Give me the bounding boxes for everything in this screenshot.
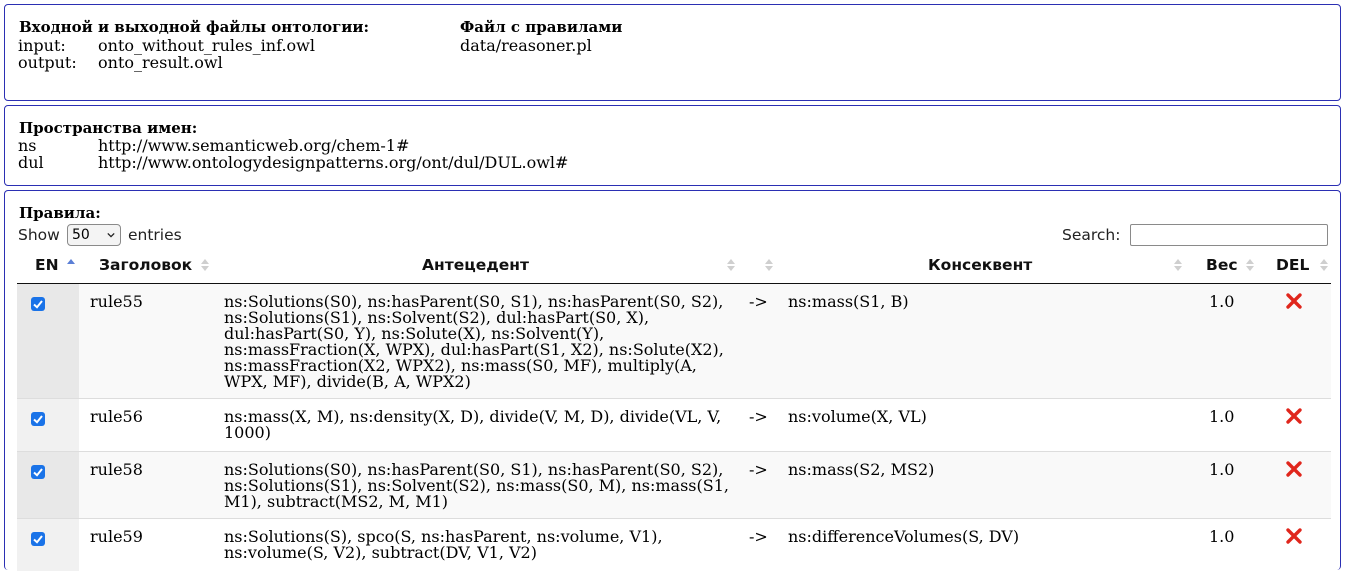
delete-icon[interactable] <box>1285 292 1303 310</box>
check-icon <box>33 468 43 477</box>
rule-weight: 1.0 <box>1209 527 1235 546</box>
table-row: rule59 ns:Solutions(S), spco(S, ns:hasPa… <box>17 519 1331 571</box>
table-header: EN Заголовок Антецедент Консеквент Вес D… <box>17 251 1331 284</box>
rules-file-heading: Файл с правилами <box>460 18 623 36</box>
rules-panel: Правила: Show 50 entries Search: EN Заго… <box>4 190 1341 571</box>
entries-select-value: 50 <box>72 227 90 243</box>
delete-icon[interactable] <box>1285 527 1303 545</box>
rule-arrow: -> <box>749 407 768 426</box>
rule-title: rule55 <box>90 292 143 311</box>
rule-consequent: ns:mass(S1, B) <box>788 292 909 311</box>
sort-asc-icon <box>67 259 75 264</box>
namespace-uri: http://www.semanticweb.org/chem-1# <box>98 136 410 155</box>
enabled-checkbox[interactable] <box>31 297 45 311</box>
enabled-cell <box>17 452 79 518</box>
rule-arrow: -> <box>749 292 768 311</box>
delete-icon[interactable] <box>1285 407 1303 425</box>
output-file: onto_result.owl <box>98 53 223 72</box>
delete-icon[interactable] <box>1285 460 1303 478</box>
check-icon <box>33 535 43 544</box>
sort-icon <box>1246 259 1254 271</box>
output-label: output: <box>18 53 77 72</box>
table-row: rule56 ns:mass(X, M), ns:density(X, D), … <box>17 399 1331 452</box>
rule-arrow: -> <box>749 527 768 546</box>
rule-weight: 1.0 <box>1209 460 1235 479</box>
column-header-title[interactable]: Заголовок <box>99 251 192 283</box>
namespace-prefix: dul <box>18 153 44 172</box>
rules-heading: Правила: <box>19 204 101 222</box>
table-row: rule58 ns:Solutions(S0), ns:hasParent(S0… <box>17 452 1331 519</box>
search-input[interactable] <box>1130 224 1328 246</box>
column-header-del[interactable]: DEL <box>1276 251 1309 283</box>
rule-arrow: -> <box>749 460 768 479</box>
input-file: onto_without_rules_inf.owl <box>98 36 315 55</box>
rule-antecedent: ns:mass(X, M), ns:density(X, D), divide(… <box>224 407 722 442</box>
table-row: rule55 ns:Solutions(S0), ns:hasParent(S0… <box>17 284 1331 399</box>
rule-antecedent: ns:Solutions(S0), ns:hasParent(S0, S1), … <box>224 460 729 511</box>
files-panel: Входной и выходной файлы онтологии: inpu… <box>4 4 1341 101</box>
rule-consequent: ns:volume(X, VL) <box>788 407 927 426</box>
rule-antecedent: ns:Solutions(S), spco(S, ns:hasParent, n… <box>224 527 663 562</box>
enabled-checkbox[interactable] <box>31 412 45 426</box>
namespace-uri: http://www.ontologydesignpatterns.org/on… <box>98 153 569 172</box>
namespaces-panel: Пространства имен: ns http://www.semanti… <box>4 105 1341 186</box>
namespaces-heading: Пространства имен: <box>19 119 198 137</box>
sort-icon <box>1320 259 1328 271</box>
sort-icon <box>727 259 735 271</box>
entries-label: entries <box>128 226 182 244</box>
show-label: Show <box>18 226 60 244</box>
rule-consequent: ns:mass(S2, MS2) <box>788 460 935 479</box>
column-header-antecedent[interactable]: Антецедент <box>422 251 529 283</box>
files-heading: Входной и выходной файлы онтологии: <box>19 18 370 36</box>
rule-weight: 1.0 <box>1209 407 1235 426</box>
rule-title: rule59 <box>90 527 143 546</box>
column-header-consequent[interactable]: Консеквент <box>928 251 1032 283</box>
check-icon <box>33 415 43 424</box>
rule-antecedent: ns:Solutions(S0), ns:hasParent(S0, S1), … <box>224 292 724 391</box>
sort-icon <box>765 259 773 271</box>
input-label: input: <box>18 36 66 55</box>
search-label: Search: <box>1062 226 1121 244</box>
rules-file: data/reasoner.pl <box>460 36 592 55</box>
column-header-weight[interactable]: Вес <box>1206 251 1238 283</box>
rule-title: rule58 <box>90 460 143 479</box>
enabled-checkbox[interactable] <box>31 532 45 546</box>
enabled-checkbox[interactable] <box>31 465 45 479</box>
rule-weight: 1.0 <box>1209 292 1235 311</box>
check-icon <box>33 300 43 309</box>
entries-select[interactable]: 50 <box>67 224 121 246</box>
enabled-cell <box>17 399 79 451</box>
rule-consequent: ns:differenceVolumes(S, DV) <box>788 527 1020 546</box>
namespace-prefix: ns <box>18 136 37 155</box>
chevron-down-icon <box>107 232 115 238</box>
sort-icon <box>1174 259 1182 271</box>
sort-icon <box>201 259 209 271</box>
rule-title: rule56 <box>90 407 143 426</box>
enabled-cell <box>17 284 79 398</box>
column-header-en[interactable]: EN <box>35 251 59 283</box>
enabled-cell <box>17 519 79 571</box>
